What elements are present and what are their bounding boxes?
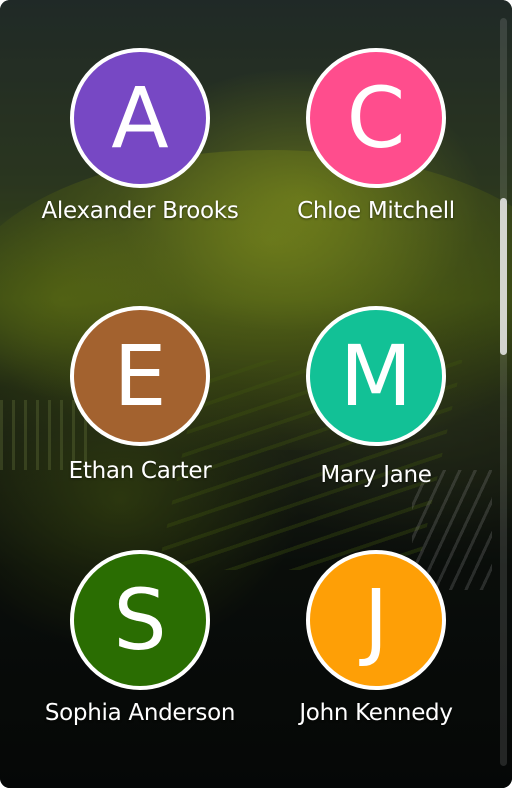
contact-name: Ethan Carter — [68, 458, 212, 484]
contact-item[interactable]: J John Kennedy — [251, 550, 501, 726]
contact-avatar[interactable]: S — [70, 550, 210, 690]
contact-item[interactable]: M Mary Jane — [251, 306, 501, 488]
contact-grid: A Alexander Brooks C Chloe Mitchell E Et… — [0, 0, 512, 788]
contact-name: Sophia Anderson — [44, 700, 236, 726]
contact-avatar[interactable]: J — [306, 550, 446, 690]
contact-avatar[interactable]: C — [306, 48, 446, 188]
contact-item[interactable]: C Chloe Mitchell — [251, 48, 501, 224]
contact-avatar[interactable]: E — [70, 306, 210, 446]
contact-name: Chloe Mitchell — [297, 198, 455, 224]
contact-name: Alexander Brooks — [41, 198, 239, 224]
contact-name: Mary Jane — [320, 462, 432, 488]
contacts-screen: A Alexander Brooks C Chloe Mitchell E Et… — [0, 0, 512, 788]
contact-avatar[interactable]: A — [70, 48, 210, 188]
scrollbar-thumb[interactable] — [500, 198, 507, 355]
contact-item[interactable]: S Sophia Anderson — [15, 550, 265, 726]
contact-avatar[interactable]: M — [306, 306, 446, 446]
contact-item[interactable]: E Ethan Carter — [15, 306, 265, 484]
contact-name: John Kennedy — [299, 700, 453, 726]
scrollbar-track[interactable] — [500, 18, 507, 766]
contact-item[interactable]: A Alexander Brooks — [15, 48, 265, 224]
